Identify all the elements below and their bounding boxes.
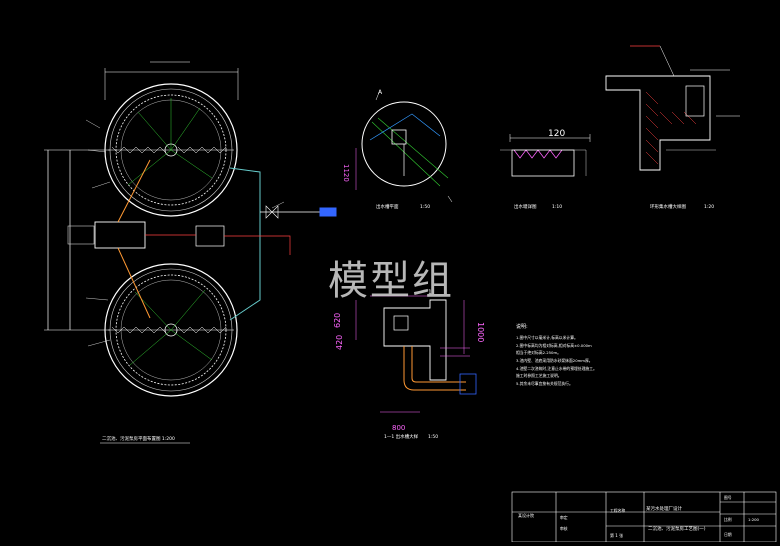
detail2-caption: 出水堰详图 — [514, 203, 537, 210]
title-unit: 某设计院 — [518, 512, 534, 518]
dim-420: 420 — [335, 335, 344, 350]
notes-title: 说明: — [516, 323, 528, 330]
dim-120: 120 — [548, 129, 565, 139]
title-project: 某污水处理厂设计 — [646, 505, 682, 512]
outlet-section-1-1 — [355, 295, 477, 413]
dim-620: 620 — [333, 313, 342, 328]
note-line: 1.图中尺寸以毫米计,标高以米计算。 — [516, 335, 578, 340]
launder-section — [605, 45, 740, 171]
title-cell: 工程名称 — [610, 508, 625, 513]
section-caption: 1—1 出水槽大样 — [384, 433, 419, 440]
section-mark-a: A — [378, 89, 383, 96]
note-line: 4.池壁二次浇筑时,注意止水带的预埋处理施工。 — [516, 366, 597, 371]
detail1-scale: 1:50 — [420, 204, 430, 210]
note-line: 相当于绝对标高2.250m。 — [516, 350, 561, 355]
clarifier-plan — [44, 61, 337, 397]
outlet-detail-plan — [355, 89, 453, 203]
title-cell: 日期 — [724, 532, 732, 537]
dim-1120: 1120 — [342, 164, 350, 182]
note-line: 5.其余未尽事宜按有关规范执行。 — [516, 381, 573, 386]
note-line: 施工时参照工艺施工说明。 — [516, 373, 562, 378]
title-drawing: 二沉池、污泥泵房工艺图(一) — [648, 525, 706, 532]
title-scale: 1:200 — [748, 517, 760, 522]
note-line: 3.池内壁、池底采用防水砂浆抹面20mm厚。 — [516, 358, 593, 363]
detail3-scale: 1:20 — [704, 204, 714, 210]
title-row-label: 审定 — [560, 515, 568, 520]
title-row-label: 审核 — [560, 526, 568, 531]
watermark: 模型组 — [328, 258, 454, 304]
section-scale: 1:50 — [428, 434, 438, 440]
title-sheet: 第 1 张 — [610, 532, 623, 538]
dim-800: 800 — [392, 424, 405, 432]
plan-caption: 二沉池、污泥泵房平面布置图 1:200 — [102, 435, 175, 442]
title-block — [511, 491, 777, 543]
detail2-scale: 1:10 — [552, 204, 562, 210]
detail3-caption: 环形集水槽大样图 — [650, 203, 686, 210]
weir-detail — [500, 134, 591, 177]
detail1-caption: 出水槽平面 — [376, 203, 399, 210]
dim-1000: 1000 — [476, 322, 485, 342]
title-cell: 比例 — [724, 517, 732, 522]
notes-block: 说明: 1.图中尺寸以毫米计,标高以米计算。 2.图中标高均为相对标高,相对标高… — [516, 323, 597, 386]
title-cell: 图号 — [724, 495, 732, 500]
note-line: 2.图中标高均为相对标高,相对标高±0.000m — [516, 343, 592, 348]
